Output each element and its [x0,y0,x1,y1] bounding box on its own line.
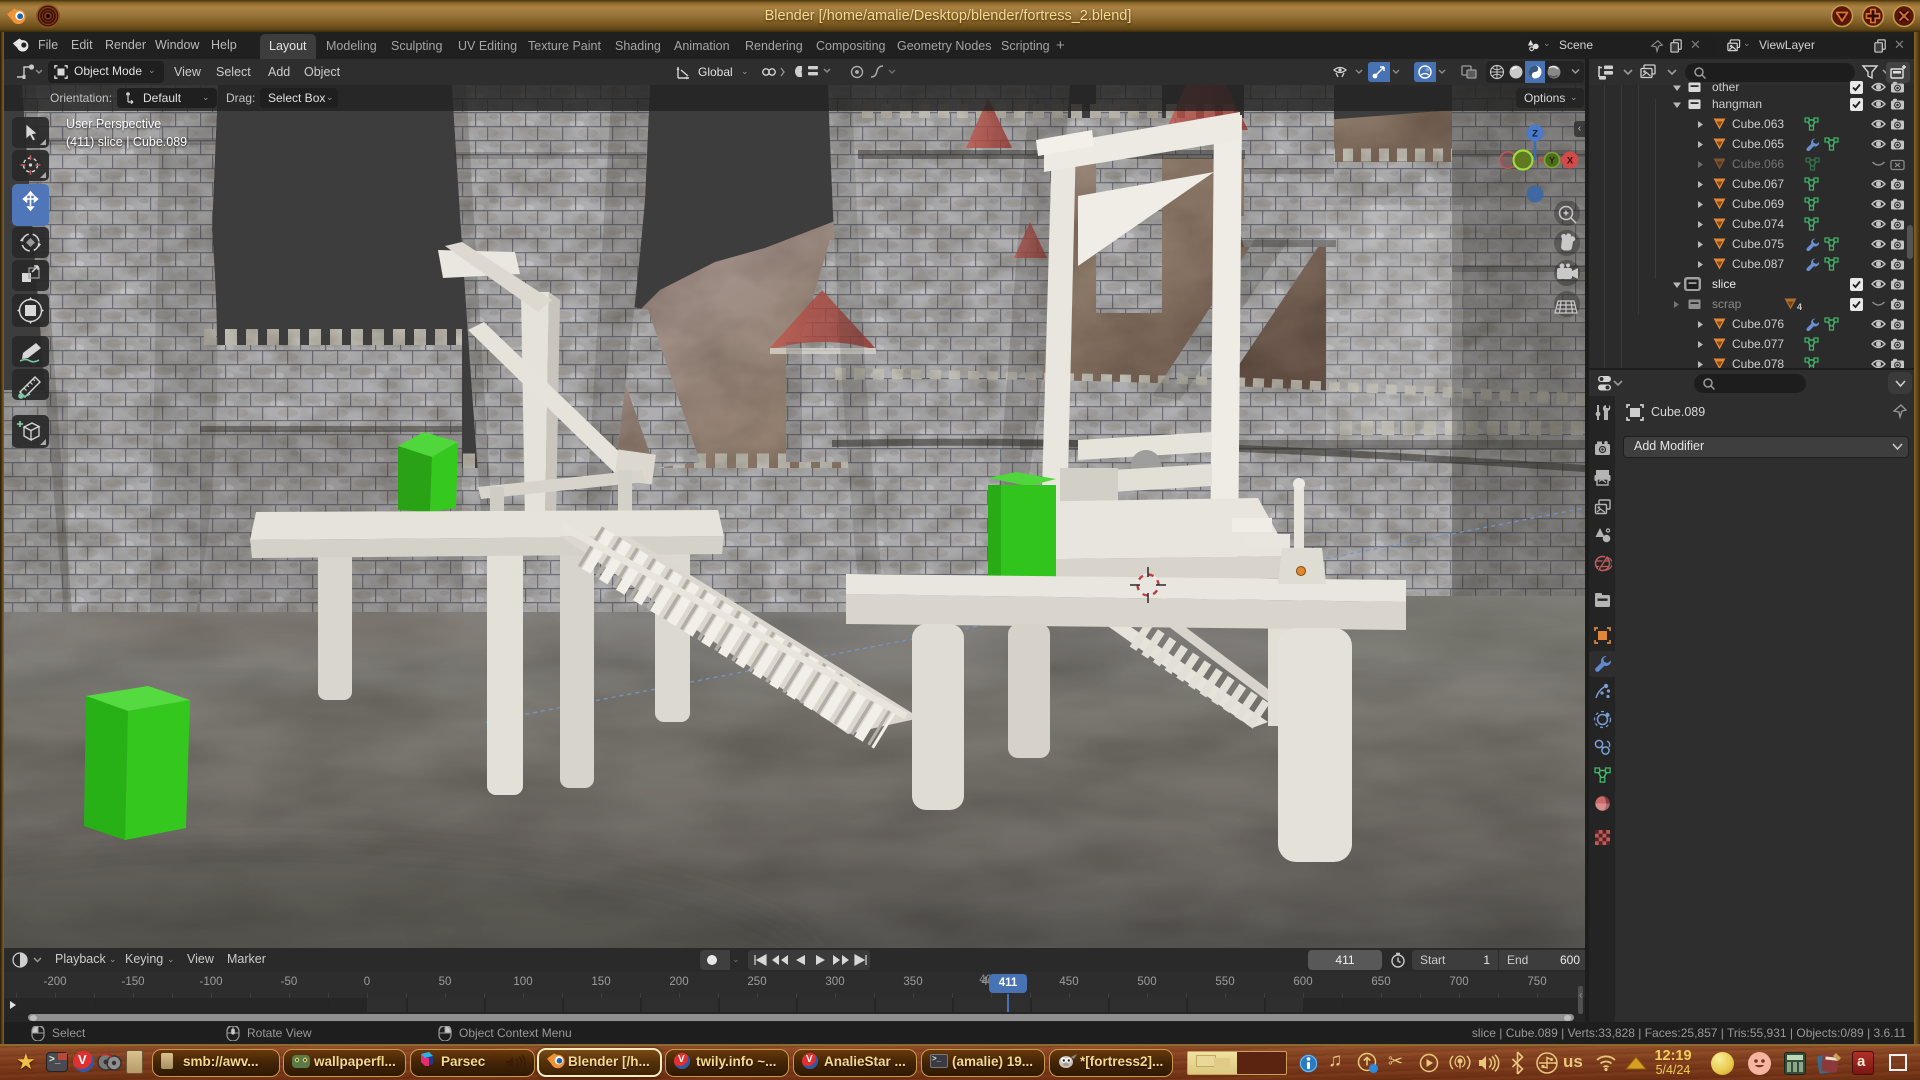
svg-text:Y: Y [1549,156,1555,166]
svg-text:Z: Z [1532,129,1538,140]
svg-text:X: X [1567,156,1574,167]
